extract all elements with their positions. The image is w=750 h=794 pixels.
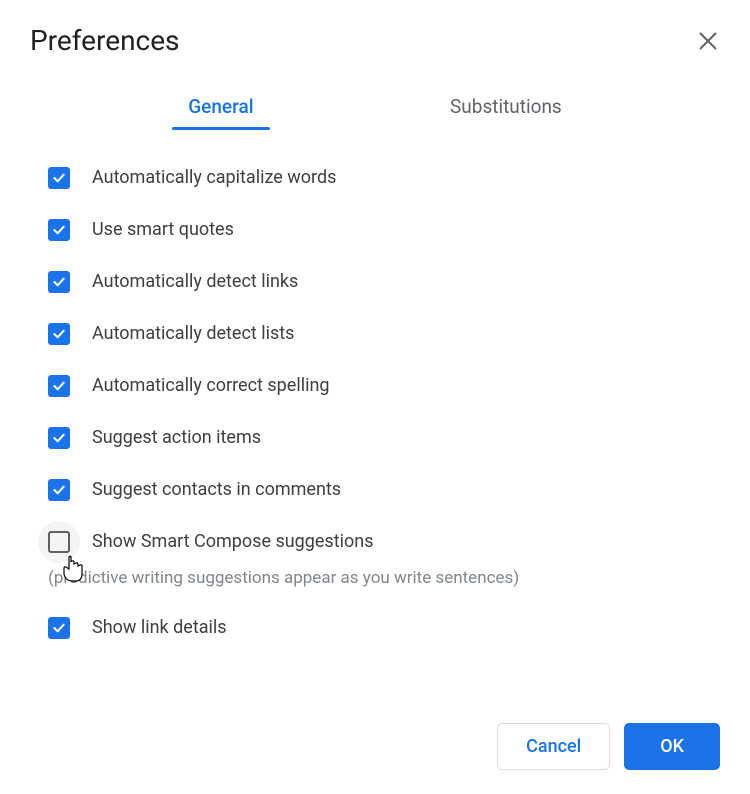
checkbox[interactable] [48, 271, 70, 293]
options-list: Automatically capitalize words Use smart … [30, 166, 720, 640]
cancel-button[interactable]: Cancel [497, 723, 610, 770]
option-label: Show link details [92, 616, 227, 640]
checkbox[interactable] [48, 427, 70, 449]
option-text: Show link details [92, 616, 227, 640]
option-text: Suggest action items [92, 426, 261, 450]
option-text: Automatically capitalize words [92, 166, 336, 190]
option-label: Automatically correct spelling [92, 374, 330, 398]
checkbox-hover-halo [38, 521, 80, 563]
option-row: Automatically correct spelling [48, 374, 720, 398]
option-row: Use smart quotes [48, 218, 720, 242]
option-label: Automatically detect links [92, 270, 298, 294]
option-label: Automatically detect lists [92, 322, 294, 346]
option-row: Automatically detect links [48, 270, 720, 294]
checkbox[interactable] [48, 375, 70, 397]
option-label: Automatically capitalize words [92, 166, 336, 190]
checkbox[interactable] [48, 323, 70, 345]
checkbox[interactable] [48, 219, 70, 241]
checkbox[interactable] [48, 167, 70, 189]
option-description: (predictive writing suggestions appear a… [48, 568, 519, 588]
ok-button[interactable]: OK [624, 723, 720, 770]
tab-substitutions[interactable]: Substitutions [434, 87, 578, 126]
option-text: Use smart quotes [92, 218, 234, 242]
checkbox[interactable] [48, 479, 70, 501]
tabs-bar: General Substitutions [30, 87, 720, 126]
option-label: Use smart quotes [92, 218, 234, 242]
option-text: Suggest contacts in comments [92, 478, 341, 502]
option-row: Automatically detect lists [48, 322, 720, 346]
option-text: Automatically detect lists [92, 322, 294, 346]
dialog-header: Preferences [30, 24, 720, 57]
option-label: Show Smart Compose suggestions [92, 530, 519, 554]
option-label: Suggest contacts in comments [92, 478, 341, 502]
preferences-dialog: Preferences General Substitutions Automa… [0, 0, 750, 692]
option-row: Automatically capitalize words [48, 166, 720, 190]
option-text: Automatically correct spelling [92, 374, 330, 398]
tab-general[interactable]: General [172, 87, 269, 126]
dialog-title: Preferences [30, 24, 180, 57]
option-label: Suggest action items [92, 426, 261, 450]
option-row: Suggest contacts in comments [48, 478, 720, 502]
option-row: Show link details [48, 616, 720, 640]
option-row: Suggest action items [48, 426, 720, 450]
option-text: Automatically detect links [92, 270, 298, 294]
option-text: Show Smart Compose suggestions(predictiv… [92, 530, 519, 588]
close-button[interactable] [696, 29, 720, 53]
option-row: Show Smart Compose suggestions (predictiv… [48, 530, 720, 588]
dialog-footer: Cancel OK [497, 723, 720, 770]
close-icon [699, 32, 717, 50]
checkbox[interactable] [48, 617, 70, 639]
